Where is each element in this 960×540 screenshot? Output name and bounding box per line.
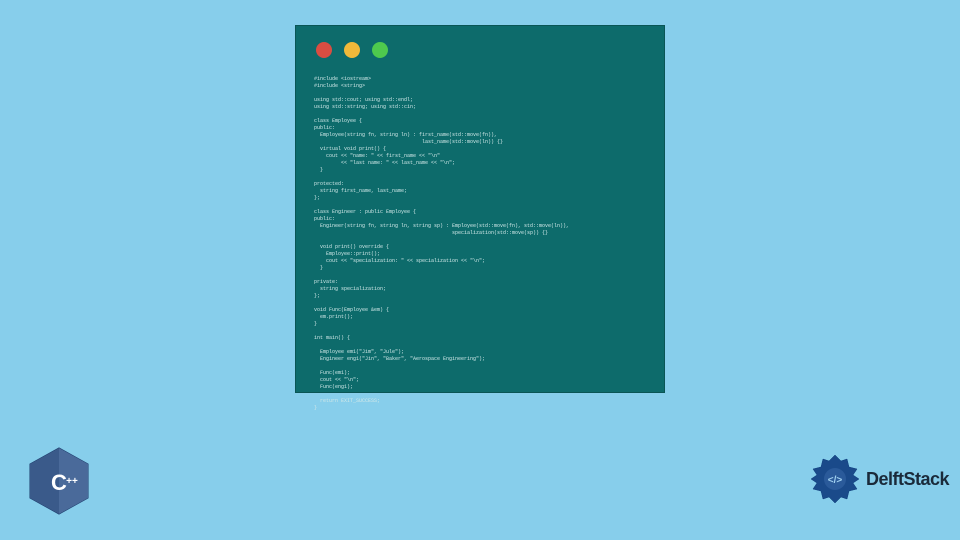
close-dot-icon	[316, 42, 332, 58]
code-content: #include <iostream> #include <string> us…	[296, 68, 664, 420]
delftstack-icon: </>	[808, 452, 862, 506]
maximize-dot-icon	[372, 42, 388, 58]
svg-text:++: ++	[66, 476, 78, 487]
cpp-text: C	[51, 470, 67, 495]
delftstack-text: DelftStack	[866, 469, 949, 490]
minimize-dot-icon	[344, 42, 360, 58]
delftstack-logo: </> DelftStack	[808, 448, 938, 510]
code-editor-window: #include <iostream> #include <string> us…	[295, 25, 665, 393]
svg-text:</>: </>	[828, 475, 843, 486]
cpp-logo-icon: C ++	[28, 446, 90, 516]
window-controls	[296, 26, 664, 68]
